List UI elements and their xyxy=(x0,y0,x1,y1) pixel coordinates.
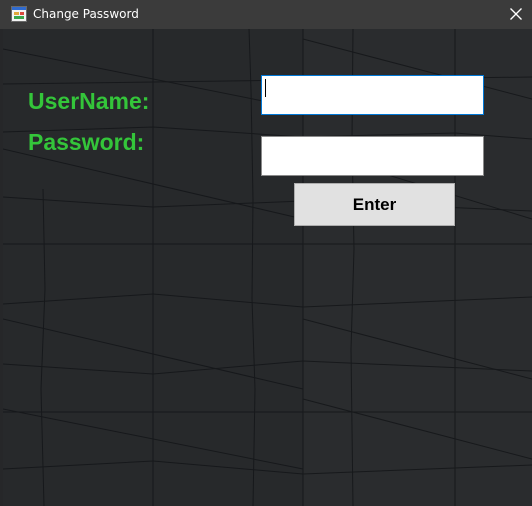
text-caret xyxy=(265,79,266,97)
app-form-icon xyxy=(11,6,27,22)
username-label: UserName: xyxy=(28,88,150,114)
enter-button[interactable]: Enter xyxy=(294,183,455,226)
password-label: Password: xyxy=(28,129,145,155)
title-bar[interactable]: Change Password xyxy=(0,0,532,29)
password-input[interactable] xyxy=(261,136,484,176)
username-input[interactable] xyxy=(261,75,484,115)
close-button[interactable] xyxy=(500,0,532,29)
form-client-area: UserName: Password: Enter xyxy=(3,29,532,506)
change-password-window: Change Password UserName: Password: Ente… xyxy=(0,0,532,506)
window-title: Change Password xyxy=(33,7,139,21)
